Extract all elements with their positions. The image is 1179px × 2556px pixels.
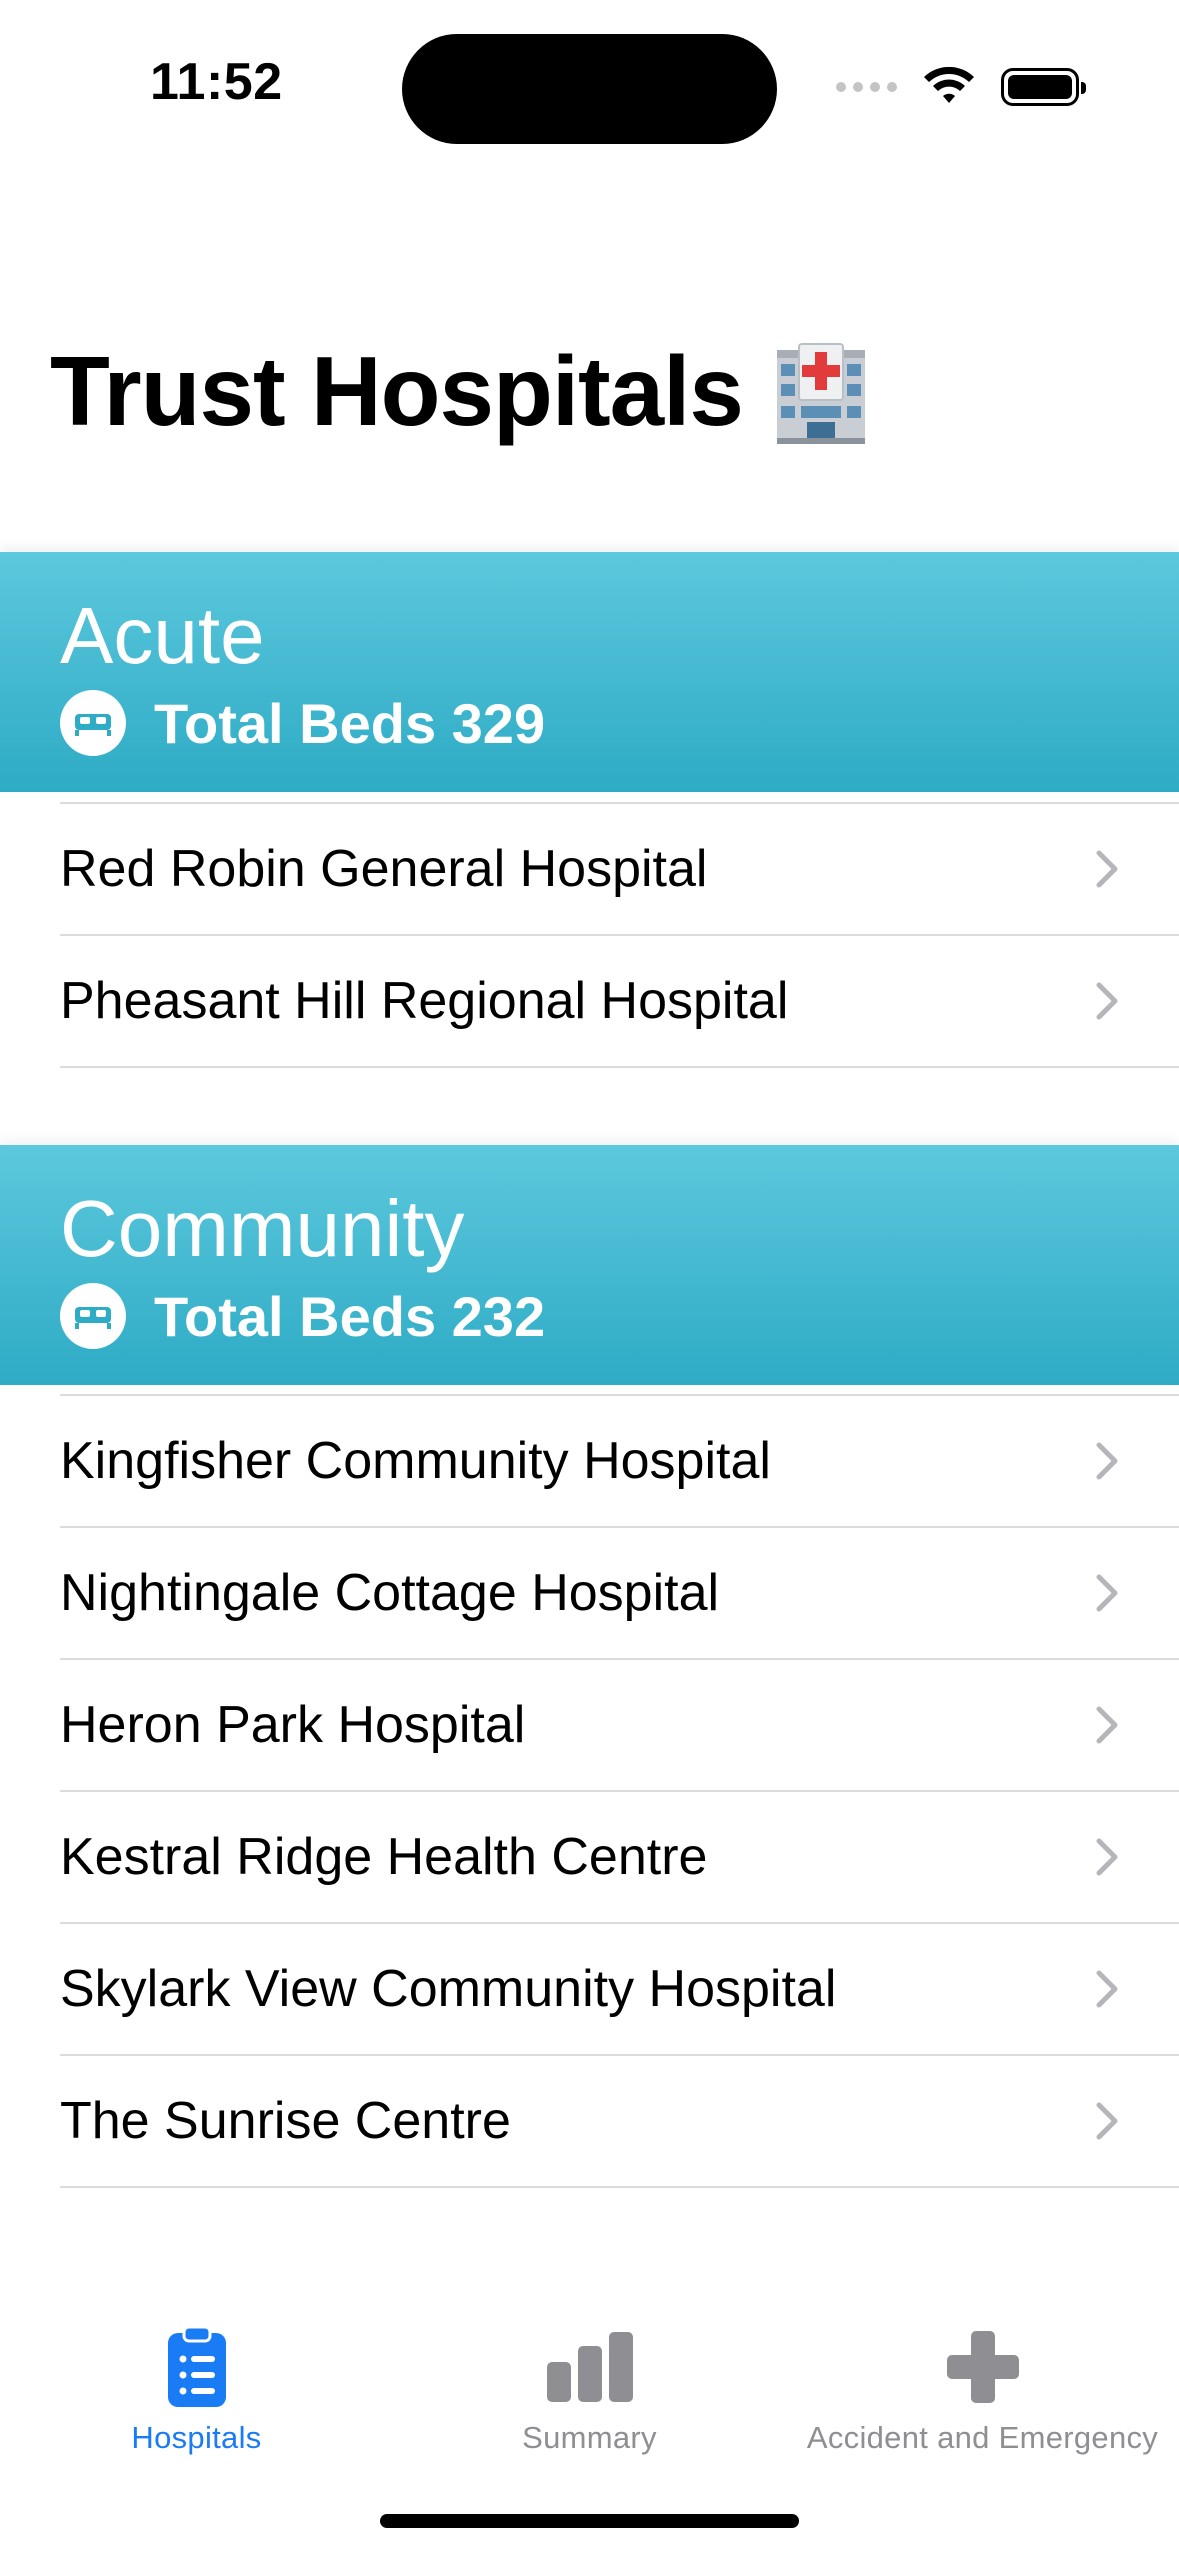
dynamic-island [402,34,777,144]
page-title: Trust Hospitals [50,335,871,448]
hospital-name: Kestral Ridge Health Centre [60,1828,708,1886]
total-beds-label: Total Beds 232 [154,1284,546,1348]
list-item[interactable]: Skylark View Community Hospital [60,1924,1179,2056]
tab-accident-and-emergency[interactable]: Accident and Emergency [786,2322,1179,2456]
chevron-right-icon [1096,850,1118,888]
bar-chart-icon [546,2332,633,2402]
section-title: Community [60,1184,465,1273]
chevron-right-icon [1096,1970,1118,2008]
clipboard-list-icon [167,2325,226,2407]
list-item[interactable]: Red Robin General Hospital [60,804,1179,936]
section-header-acute: Acute Total Beds 329 [0,552,1179,792]
total-beds: Total Beds 232 [60,1283,545,1349]
tab-label: Hospitals [131,2420,262,2455]
chevron-right-icon [1096,1838,1118,1876]
list-item[interactable]: Heron Park Hospital [60,1660,1179,1792]
page-title-text: Trust Hospitals [50,336,744,446]
hospital-name: Red Robin General Hospital [60,840,708,898]
home-indicator[interactable] [380,2514,799,2528]
chevron-right-icon [1096,2102,1118,2140]
tab-hospitals[interactable]: Hospitals [0,2322,393,2456]
hospital-name: Heron Park Hospital [60,1696,526,1754]
section-title: Acute [60,591,265,680]
tab-summary[interactable]: Summary [393,2322,786,2456]
total-beds-label: Total Beds 329 [154,691,546,755]
hospital-name: Skylark View Community Hospital [60,1960,837,2018]
chevron-right-icon [1096,1442,1118,1480]
wifi-icon [924,67,974,103]
hospital-name: The Sunrise Centre [60,2092,511,2150]
bed-icon [60,690,126,756]
chevron-right-icon [1096,1574,1118,1612]
chevron-right-icon [1096,982,1118,1020]
cross-icon [946,2331,1019,2403]
chevron-right-icon [1096,1706,1118,1744]
hospital-list-acute: Red Robin General Hospital Pheasant Hill… [0,802,1179,1068]
status-icons [836,62,1086,112]
list-item[interactable]: Nightingale Cottage Hospital [60,1528,1179,1660]
hospital-list-community: Kingfisher Community Hospital Nightingal… [0,1394,1179,2188]
screen: 11:52 Trust Hospitals Acute Total Beds 3… [0,0,1179,2556]
bed-icon [60,1283,126,1349]
hospital-name: Nightingale Cottage Hospital [60,1564,720,1622]
hospital-name: Pheasant Hill Regional Hospital [60,972,789,1030]
section-header-community: Community Total Beds 232 [0,1145,1179,1385]
hospital-name: Kingfisher Community Hospital [60,1432,771,1490]
tab-label: Summary [522,2420,657,2455]
hospital-icon [776,342,865,444]
total-beds: Total Beds 329 [60,690,545,756]
list-item[interactable]: Kestral Ridge Health Centre [60,1792,1179,1924]
battery-icon [1001,68,1086,106]
tab-label: Accident and Emergency [806,2420,1159,2455]
list-item[interactable]: The Sunrise Centre [60,2056,1179,2188]
list-item[interactable]: Kingfisher Community Hospital [60,1396,1179,1528]
cellular-signal-icon [836,82,897,92]
list-item[interactable]: Pheasant Hill Regional Hospital [60,936,1179,1068]
status-time: 11:52 [150,53,283,111]
